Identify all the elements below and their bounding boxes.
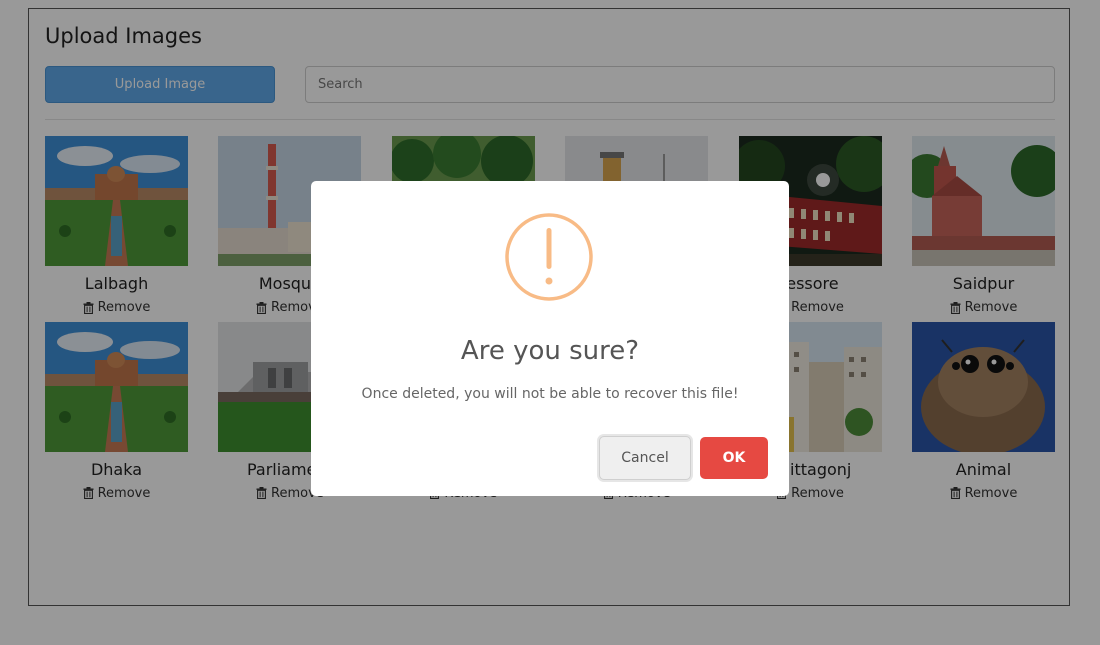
- warning-icon: [505, 213, 593, 301]
- dialog-title: Are you sure?: [460, 336, 640, 366]
- ok-button[interactable]: OK: [700, 437, 768, 479]
- cancel-button[interactable]: Cancel: [599, 436, 691, 480]
- confirm-dialog: Are you sure? Once deleted, you will not…: [311, 181, 789, 496]
- dialog-text: Once deleted, you will not be able to re…: [361, 386, 739, 402]
